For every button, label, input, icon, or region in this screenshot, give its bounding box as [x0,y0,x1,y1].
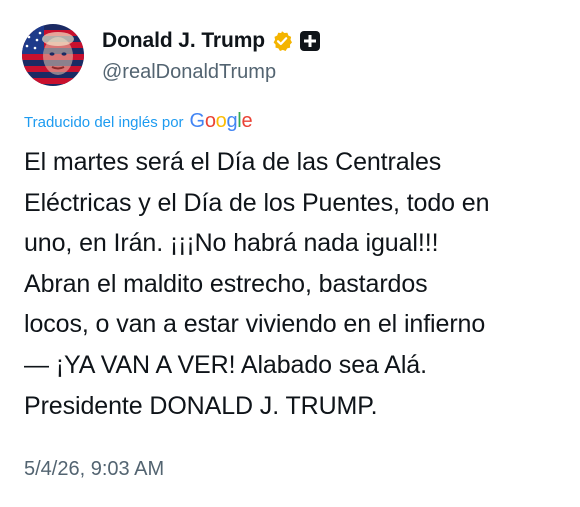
government-badge-icon[interactable] [299,30,321,52]
post-timestamp[interactable]: 5/4/26, 9:03 AM [24,458,164,481]
post-card: Donald J. Trump @realDonaldTrump Traduci… [0,0,580,507]
post-body: El martes será el Día de las Centrales E… [24,142,564,426]
post-body-line: El martes será el Día de las Centrales [24,148,442,176]
author-display-name[interactable]: Donald J. Trump [102,29,265,53]
avatar-image [22,24,84,86]
post-body-line: — ¡YA VAN A VER! Alabado sea Alá. [24,350,427,379]
google-logo: Google [189,109,253,132]
verified-badge-icon[interactable] [271,30,293,52]
name-row: Donald J. Trump [102,26,321,56]
translation-attribution: Traducido del inglés por Google [24,109,253,134]
author-handle[interactable]: @realDonaldTrump [102,61,321,84]
author-identity: Donald J. Trump @realDonaldTrump [102,26,321,84]
post-body-line: locos, o van a estar viviendo en el infi… [24,310,486,339]
post-body-line: Abran el maldito estrecho, bastardos [24,269,428,298]
post-body-line: Presidente DONALD J. TRUMP. [24,391,378,420]
post-body-line: uno, en Irán. ¡¡¡No habrá nada igual!!! [24,229,439,258]
post-body-line: Eléctricas y el Día de los Puentes, todo… [24,188,490,217]
avatar[interactable] [22,24,84,86]
translation-label[interactable]: Traducido del inglés por [24,114,184,131]
post-header: Donald J. Trump @realDonaldTrump [22,22,321,88]
